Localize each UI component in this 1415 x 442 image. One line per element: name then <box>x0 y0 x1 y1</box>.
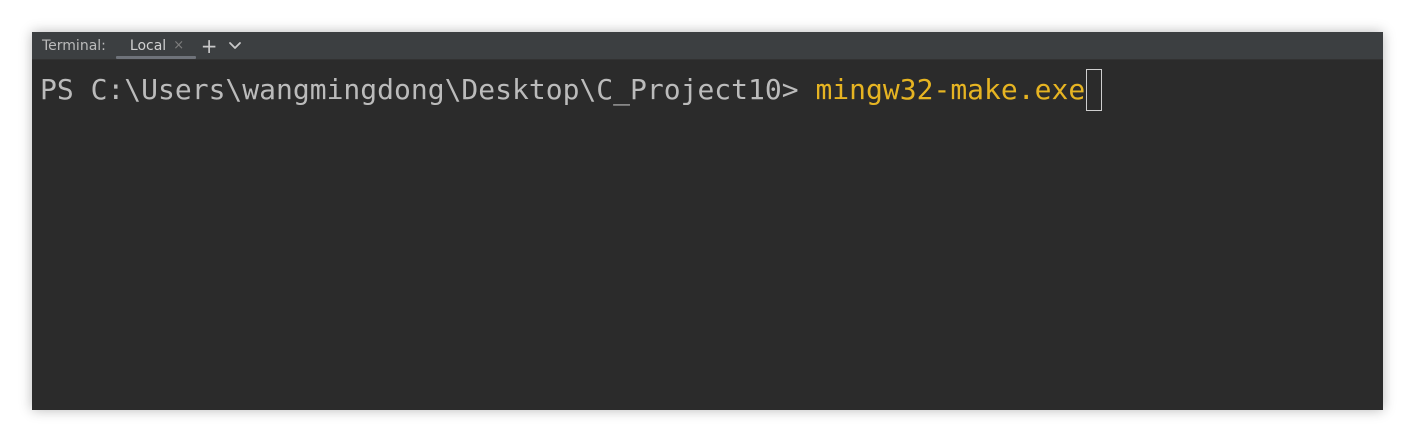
text-cursor <box>1086 69 1103 111</box>
shell-prompt: PS C:\Users\wangmingdong\Desktop\C_Proje… <box>40 73 816 106</box>
terminal-tab-bar: Terminal: Local × + <box>32 32 1383 60</box>
command-line[interactable]: PS C:\Users\wangmingdong\Desktop\C_Proje… <box>40 68 1103 112</box>
terminal-window: Terminal: Local × + PS C:\Users\wangming… <box>32 32 1383 410</box>
tab-label: Local <box>129 37 167 54</box>
plus-icon: + <box>200 33 218 58</box>
terminal-output[interactable]: PS C:\Users\wangmingdong\Desktop\C_Proje… <box>32 60 1383 410</box>
chevron-down-icon <box>229 41 241 49</box>
command-text[interactable]: mingw32-make.exe <box>815 68 1085 112</box>
session-dropdown-button[interactable] <box>222 32 248 59</box>
close-icon[interactable]: × <box>173 39 184 52</box>
active-tab-indicator <box>115 56 197 59</box>
new-session-button[interactable]: + <box>196 32 222 59</box>
tool-window-title: Terminal: <box>42 37 106 54</box>
tab-local[interactable]: Local × <box>115 32 197 59</box>
